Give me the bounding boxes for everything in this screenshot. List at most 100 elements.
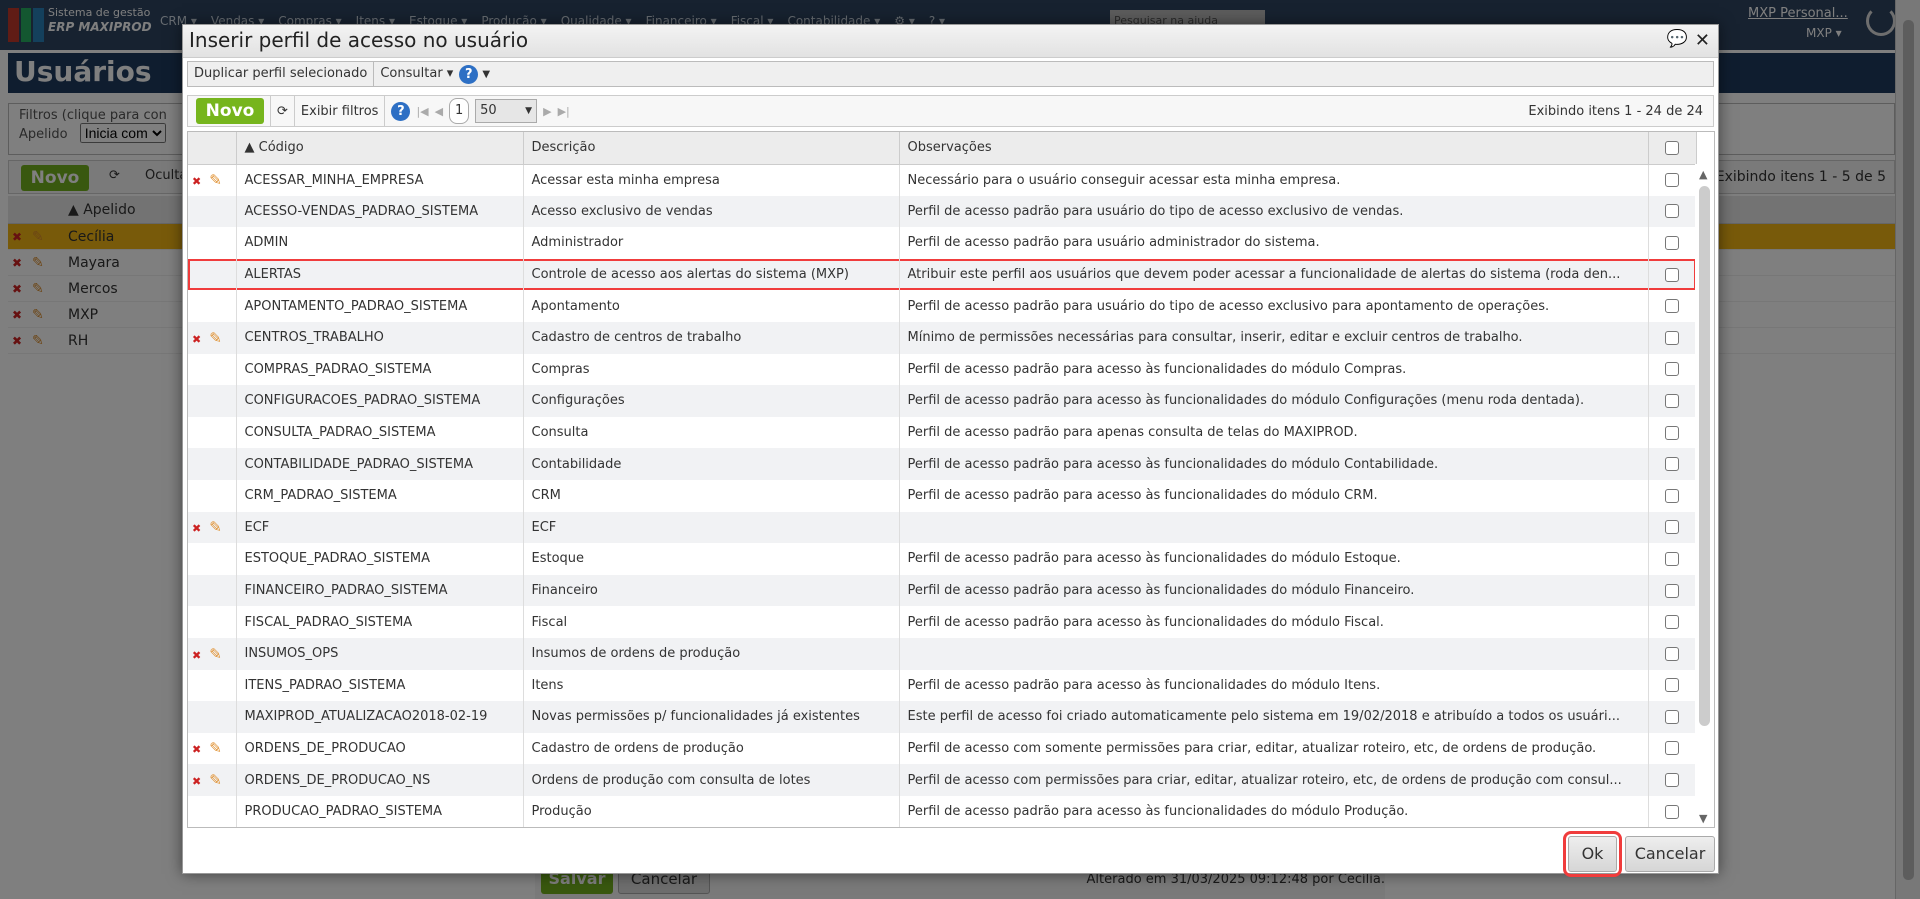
row-checkbox[interactable] xyxy=(1648,353,1697,386)
delete-icon[interactable]: ✖ xyxy=(192,649,201,662)
next-page-icon[interactable]: ▶ xyxy=(543,105,551,118)
row-checkbox[interactable] xyxy=(1648,701,1697,733)
column-codigo[interactable]: ▲ Código xyxy=(236,132,524,165)
cell-codigo: ESTOQUE_PADRAO_SISTEMA xyxy=(236,543,524,575)
column-actions xyxy=(188,132,237,165)
table-row[interactable]: ACESSO-VENDAS_PADRAO_SISTEMA Acesso exclu… xyxy=(188,195,1697,228)
per-page-select[interactable]: 50 xyxy=(475,99,538,123)
cell-descricao: Produção xyxy=(523,795,900,827)
row-checkbox[interactable] xyxy=(1648,479,1697,512)
edit-icon[interactable]: ✎ xyxy=(209,771,222,789)
row-checkbox[interactable] xyxy=(1648,606,1697,638)
edit-icon[interactable]: ✎ xyxy=(209,329,222,347)
show-filters-button[interactable]: Exibir filtros xyxy=(301,104,379,119)
row-checkbox[interactable] xyxy=(1648,637,1697,670)
table-row[interactable]: CONSULTA_PADRAO_SISTEMA Consulta Perfil de… xyxy=(188,416,1697,449)
cell-observacoes: Perfil de acesso padrão para acesso às f… xyxy=(899,606,1649,638)
duplicate-profile-button[interactable]: Duplicar perfil selecionado xyxy=(188,62,375,86)
row-actions xyxy=(188,448,237,480)
table-row[interactable]: ✖ ✎ ORDENS_DE_PRODUCAO Cadastro de ordens d… xyxy=(188,732,1697,765)
last-page-icon[interactable]: ▶| xyxy=(558,105,570,118)
table-row[interactable]: FINANCEIRO_PADRAO_SISTEMA Financeiro Perfi… xyxy=(188,574,1697,607)
help-icon[interactable]: ? xyxy=(391,101,411,121)
row-checkbox[interactable] xyxy=(1648,258,1697,291)
cell-codigo: ORDENS_DE_PRODUCAO_NS xyxy=(236,764,524,796)
table-row[interactable]: ✖ ✎ INSUMOS_OPS Insumos de ordens de produç… xyxy=(188,637,1697,670)
refresh-icon[interactable]: ⟳ xyxy=(277,104,288,119)
row-checkbox[interactable] xyxy=(1648,795,1697,827)
row-checkbox[interactable] xyxy=(1648,195,1697,228)
table-row[interactable]: APONTAMENTO_PADRAO_SISTEMA Apontamento Per… xyxy=(188,290,1697,322)
chat-icon[interactable]: 💬 xyxy=(1667,29,1688,49)
cell-codigo: APONTAMENTO_PADRAO_SISTEMA xyxy=(236,290,524,322)
row-checkbox[interactable] xyxy=(1648,227,1697,259)
table-row[interactable]: CONTABILIDADE_PADRAO_SISTEMA Contabilidad… xyxy=(188,448,1697,480)
row-checkbox[interactable] xyxy=(1648,164,1697,196)
table-row[interactable]: ✖ ✎ ECF ECF xyxy=(188,511,1697,544)
cell-descricao: Administrador xyxy=(523,227,900,259)
row-checkbox[interactable] xyxy=(1648,290,1697,322)
dialog-title: Inserir perfil de acesso no usuário xyxy=(189,28,529,52)
row-checkbox[interactable] xyxy=(1648,448,1697,480)
row-checkbox[interactable] xyxy=(1648,543,1697,575)
cell-descricao: CRM xyxy=(523,479,900,512)
novo-button[interactable]: Novo xyxy=(196,98,264,124)
help-dropdown-icon[interactable]: ▼ xyxy=(482,69,490,80)
table-row[interactable]: ✖ ✎ ACESSAR_MINHA_EMPRESA Acessar esta minh… xyxy=(188,164,1697,196)
ok-button[interactable]: Ok xyxy=(1563,831,1622,877)
row-checkbox[interactable] xyxy=(1648,732,1697,765)
delete-icon[interactable]: ✖ xyxy=(192,775,201,788)
cell-observacoes: Atribuir este perfil aos usuários que de… xyxy=(899,258,1649,291)
cell-descricao: Itens xyxy=(523,669,900,702)
row-checkbox[interactable] xyxy=(1648,764,1697,796)
cell-observacoes: Perfil de acesso padrão para usuário adm… xyxy=(899,227,1649,259)
grid-scrollbar[interactable]: ▲ ▼ xyxy=(1695,164,1714,827)
edit-icon[interactable]: ✎ xyxy=(209,645,222,663)
delete-icon[interactable]: ✖ xyxy=(192,175,201,188)
table-row[interactable]: ✖ ✎ ORDENS_DE_PRODUCAO_NS Ordens de produçã… xyxy=(188,764,1697,796)
row-checkbox[interactable] xyxy=(1648,321,1697,354)
table-row[interactable]: ESTOQUE_PADRAO_SISTEMA Estoque Perfil de a… xyxy=(188,543,1697,575)
help-icon[interactable]: ? xyxy=(459,64,479,84)
edit-icon[interactable]: ✎ xyxy=(209,739,222,757)
row-checkbox[interactable] xyxy=(1648,574,1697,607)
column-observacoes[interactable]: Observações xyxy=(899,132,1649,165)
select-all-checkbox[interactable] xyxy=(1648,132,1697,165)
table-row[interactable]: CONFIGURACOES_PADRAO_SISTEMA Configuraçõe… xyxy=(188,385,1697,417)
consultar-dropdown[interactable]: Consultar ▾ xyxy=(374,62,459,86)
table-row[interactable]: PRODUCAO_PADRAO_SISTEMA Produção Perfil de… xyxy=(188,795,1697,827)
cell-observacoes: Mínimo de permissões necessárias para co… xyxy=(899,321,1649,354)
table-row[interactable]: FISCAL_PADRAO_SISTEMA Fiscal Perfil de ace… xyxy=(188,606,1697,638)
prev-page-icon[interactable]: ◀ xyxy=(435,105,443,118)
table-row[interactable]: ✖ ✎ CENTROS_TRABALHO Cadastro de centros de… xyxy=(188,321,1697,354)
row-checkbox[interactable] xyxy=(1648,385,1697,417)
delete-icon[interactable]: ✖ xyxy=(192,522,201,535)
row-checkbox[interactable] xyxy=(1648,511,1697,544)
cell-observacoes: Perfil de acesso padrão para acesso às f… xyxy=(899,574,1649,607)
cell-descricao: Financeiro xyxy=(523,574,900,607)
table-row[interactable]: ALERTAS Controle de acesso aos alertas do… xyxy=(188,258,1697,291)
cell-codigo: COMPRAS_PADRAO_SISTEMA xyxy=(236,353,524,386)
table-row[interactable]: ITENS_PADRAO_SISTEMA Itens Perfil de acess… xyxy=(188,669,1697,702)
cancel-button[interactable]: Cancelar xyxy=(1625,836,1715,872)
close-icon[interactable]: ✕ xyxy=(1695,30,1710,51)
cell-observacoes: Perfil de acesso com somente permissões … xyxy=(899,732,1649,765)
table-row[interactable]: CRM_PADRAO_SISTEMA CRM Perfil de acesso pa… xyxy=(188,479,1697,512)
row-checkbox[interactable] xyxy=(1648,416,1697,449)
column-descricao[interactable]: Descrição xyxy=(523,132,900,165)
table-row[interactable]: MAXIPROD_ATUALIZACAO2018-02-19 Novas perm… xyxy=(188,701,1697,733)
insert-profile-dialog: Inserir perfil de acesso no usuário 💬 ✕ … xyxy=(182,24,1719,877)
first-page-icon[interactable]: |◀ xyxy=(416,105,428,118)
edit-icon[interactable]: ✎ xyxy=(209,518,222,536)
cell-observacoes: Perfil de acesso padrão para usuário do … xyxy=(899,195,1649,228)
cell-observacoes: Perfil de acesso com permissões para cri… xyxy=(899,764,1649,796)
delete-icon[interactable]: ✖ xyxy=(192,333,201,346)
table-row[interactable]: COMPRAS_PADRAO_SISTEMA Compras Perfil de a… xyxy=(188,353,1697,386)
page-input[interactable]: 1 xyxy=(449,98,470,124)
edit-icon[interactable]: ✎ xyxy=(209,171,222,189)
table-row[interactable]: ADMIN Administrador Perfil de acesso padrã… xyxy=(188,227,1697,259)
row-actions xyxy=(188,195,237,228)
cell-codigo: ECF xyxy=(236,511,524,544)
row-checkbox[interactable] xyxy=(1648,669,1697,702)
delete-icon[interactable]: ✖ xyxy=(192,743,201,756)
